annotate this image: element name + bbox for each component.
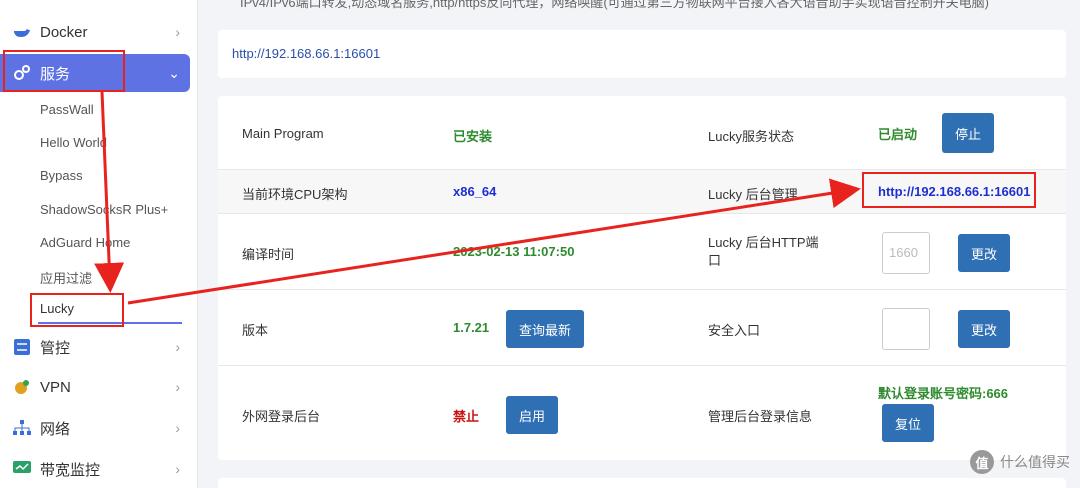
lucky-status-value: 已启动 bbox=[878, 127, 918, 142]
sidebar-item-label: Docker bbox=[40, 23, 88, 41]
sidebar-item-label: VPN bbox=[40, 378, 71, 396]
wan-login-label: 外网登录后台 bbox=[242, 409, 321, 424]
sidebar-subitem-ssr-plus[interactable]: ShadowSocksR Plus+ bbox=[40, 202, 168, 217]
cpu-label: 当前环境CPU架构 bbox=[242, 187, 348, 202]
watermark-badge: 值 bbox=[970, 450, 994, 474]
annotation-box-lucky bbox=[30, 293, 124, 327]
docker-icon bbox=[12, 22, 32, 42]
sidebar-item-label: 网络 bbox=[40, 420, 71, 438]
mgmt-login-label: 管理后台登录信息 bbox=[708, 409, 813, 424]
wan-login-value: 禁止 bbox=[453, 409, 480, 424]
status-table: Main Program 已安装 Lucky服务状态 已启动 停止 当前环境CP… bbox=[218, 96, 1066, 460]
stop-button[interactable]: 停止 bbox=[942, 113, 994, 153]
table-row: 编译时间 2023-02-13 11:07:50 Lucky 后台HTTP端口 … bbox=[218, 214, 1066, 290]
chevron-right-icon: › bbox=[175, 339, 180, 355]
sidebar-item-docker[interactable]: Docker › bbox=[0, 13, 190, 51]
url-text: http://192.168.66.1:16601 bbox=[232, 46, 381, 61]
annotation-box-services bbox=[3, 50, 125, 92]
change-security-button[interactable]: 更改 bbox=[958, 310, 1010, 348]
http-port-label: Lucky 后台HTTP端口 bbox=[708, 235, 819, 268]
chevron-right-icon: › bbox=[175, 24, 180, 40]
default-login-text: 默认登录账号密码:666 bbox=[878, 386, 1009, 401]
reset-button[interactable]: 复位 bbox=[882, 404, 934, 442]
chevron-right-icon: › bbox=[175, 461, 180, 477]
admin-label: Lucky 后台管理 bbox=[708, 187, 798, 202]
version-label: 版本 bbox=[242, 323, 269, 338]
annotation-box-admin-url bbox=[862, 172, 1036, 208]
sidebar-item-vpn[interactable]: VPN › bbox=[0, 368, 190, 406]
compile-value: 2023-02-13 11:07:50 bbox=[453, 244, 575, 259]
lucky-status-label: Lucky服务状态 bbox=[708, 129, 794, 144]
sidebar-item-network[interactable]: 网络 › bbox=[0, 409, 190, 447]
security-input[interactable] bbox=[882, 308, 930, 350]
vpn-icon bbox=[12, 377, 32, 397]
sidebar-subitem-app-filter[interactable]: 应用过滤 bbox=[40, 268, 92, 287]
description-text: IPv4/IPv6端口转发,动态域名服务,http/https反向代理，网络唤醒… bbox=[240, 0, 989, 10]
main-program-value: 已安装 bbox=[453, 129, 493, 144]
chevron-right-icon: › bbox=[175, 420, 180, 436]
sidebar-item-label: 带宽监控 bbox=[40, 461, 101, 479]
sidebar-subitem-adguard[interactable]: AdGuard Home bbox=[40, 235, 130, 250]
url-card: http://192.168.66.1:16601 bbox=[218, 30, 1066, 78]
next-card bbox=[218, 478, 1066, 488]
table-row: 外网登录后台 禁止 启用 管理后台登录信息 默认登录账号密码:666 复位 bbox=[218, 366, 1066, 460]
table-row: 版本 1.7.21 查询最新 安全入口 更改 bbox=[218, 290, 1066, 366]
sidebar-item-bandwidth[interactable]: 带宽监控 › bbox=[0, 450, 190, 488]
chevron-down-icon: ⌄ bbox=[168, 65, 180, 81]
change-port-button[interactable]: 更改 bbox=[958, 234, 1010, 272]
sidebar-item-control[interactable]: 管控 › bbox=[0, 328, 190, 366]
main-program-label: Main Program bbox=[242, 126, 324, 141]
enable-button[interactable]: 启用 bbox=[506, 396, 558, 434]
cpu-value: x86_64 bbox=[453, 184, 497, 199]
watermark-text: 什么值得买 bbox=[1000, 454, 1070, 470]
sliders-icon bbox=[12, 337, 32, 357]
sidebar-subitem-hello-world[interactable]: Hello World bbox=[40, 135, 107, 150]
sidebar-subitem-bypass[interactable]: Bypass bbox=[40, 168, 83, 183]
network-icon bbox=[12, 418, 32, 438]
sidebar-item-label: 管控 bbox=[40, 339, 71, 357]
watermark: 值 什么值得买 bbox=[970, 450, 1070, 474]
table-row: Main Program 已安装 Lucky服务状态 已启动 停止 bbox=[218, 96, 1066, 170]
check-latest-button[interactable]: 查询最新 bbox=[506, 310, 584, 348]
chevron-right-icon: › bbox=[175, 379, 180, 395]
security-label: 安全入口 bbox=[708, 323, 761, 338]
http-port-input[interactable]: 1660 bbox=[882, 232, 930, 274]
version-value: 1.7.21 bbox=[453, 320, 490, 335]
compile-label: 编译时间 bbox=[242, 247, 295, 262]
sidebar-subitem-passwall[interactable]: PassWall bbox=[40, 102, 94, 117]
monitor-icon bbox=[12, 459, 32, 479]
